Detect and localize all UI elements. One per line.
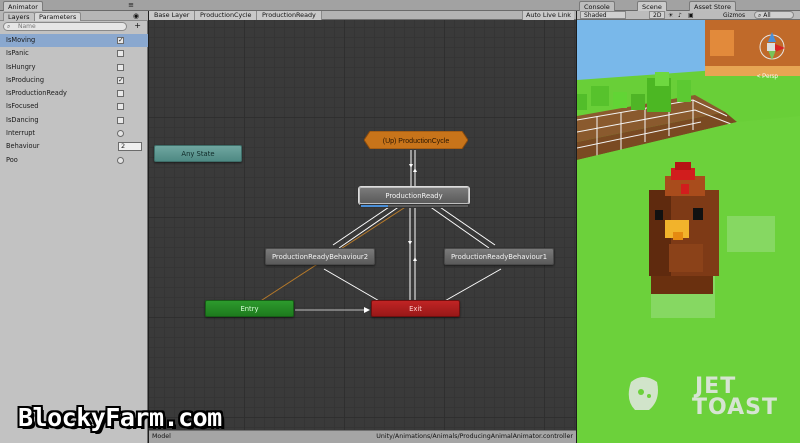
tab-parameters[interactable]: Parameters [34,12,82,21]
perspective-label[interactable]: < Persp [757,74,779,80]
parameter-row[interactable]: IsProducing ✓ [0,74,148,87]
status-controller-path: Unity/Animations/Animals/ProducingAnimal… [376,433,573,440]
trigger-poo[interactable] [117,156,124,164]
parameter-name: Behaviour [6,142,40,151]
checkbox-ispanic[interactable] [117,50,124,58]
state-progress-bar [360,204,469,208]
parameter-name: IsMoving [6,36,36,44]
parameter-name: IsFocused [6,102,39,111]
breadcrumb: Base Layer ProductionCycle ProductionRea… [149,11,576,20]
transition-line[interactable] [332,202,396,246]
tab-asset-store-label: Asset Store [694,3,732,11]
logo-line1: JET [695,374,737,399]
state-progress-fill [361,205,388,207]
parameter-name: IsPanic [6,49,29,58]
tab-asset-store[interactable]: Asset Store [689,1,737,11]
parameter-row[interactable]: IsMoving ✓ [0,34,148,48]
node-behaviour1[interactable]: ProductionReadyBehaviour1 [444,248,554,265]
node-any-state[interactable]: Any State [154,145,242,162]
checkbox-ishungry[interactable] [117,63,124,71]
tab-console-label: Console [584,3,610,11]
tab-layers-label: Layers [8,13,30,21]
tab-scene-label: Scene [642,3,662,11]
window-menu-icon[interactable]: ≡ [126,1,136,10]
scene-search-input[interactable]: ⌕ All [754,11,794,19]
checkbox-isfocused[interactable] [117,103,124,111]
shading-mode-dropdown[interactable]: Shaded [580,11,626,19]
parameter-search-input[interactable]: ⌕ Name [3,22,127,31]
panel-tabs: Layers Parameters ◉ [0,11,148,21]
tab-parameters-label: Parameters [39,13,77,21]
state-machine-graph[interactable] [149,20,576,430]
breadcrumb-production-cycle[interactable]: ProductionCycle [195,11,258,20]
parameter-row[interactable]: Interrupt [0,127,148,140]
node-behaviour2[interactable]: ProductionReadyBehaviour2 [265,248,375,265]
screen: Animator ≡ Layers Parameters ◉ ⌕ Name + … [0,0,800,443]
parameter-row[interactable]: IsPanic [0,47,148,60]
transition-line[interactable] [442,268,502,303]
logo-line2: TOAST [692,395,778,420]
parameter-name: Interrupt [6,129,36,138]
status-left-text: Model [152,433,171,440]
parameter-name: IsProducing [6,75,45,84]
tab-animator[interactable]: Animator [3,1,43,11]
tab-console[interactable]: Console [579,1,615,11]
scene-window-tabbar: Console Scene Asset Store [577,0,800,11]
parameter-name: IsDancing [6,115,39,124]
node-up-label: (Up) ProductionCycle [383,138,450,145]
checkbox-isproducing[interactable]: ✓ [117,76,124,84]
node-entry[interactable]: Entry [205,300,294,317]
node-up-production-cycle[interactable]: (Up) ProductionCycle [364,131,468,149]
animator-window-tabbar: Animator ≡ [0,0,577,11]
parameter-row[interactable]: IsDancing [0,114,148,127]
checkbox-isproductionready[interactable] [117,90,124,98]
checkbox-isdancing[interactable] [117,116,124,124]
parameter-row[interactable]: Poo [0,154,148,167]
parameter-row[interactable]: IsFocused [0,100,148,113]
transition-line[interactable] [323,268,382,303]
transition-lines [258,150,502,313]
jettoast-logo-icon [628,377,658,410]
parameter-row[interactable]: IsHungry [0,61,148,74]
parameter-row[interactable]: Behaviour 2 [0,140,148,153]
trigger-interrupt[interactable] [117,130,124,138]
node-exit[interactable]: Exit [371,300,460,317]
node-production-ready[interactable]: ProductionReady [359,187,469,204]
breadcrumb-production-ready[interactable]: ProductionReady [257,11,322,20]
audio-icon[interactable]: ♪ [675,11,685,20]
parameters-panel: Layers Parameters ◉ ⌕ Name + IsMoving ✓ … [0,11,148,443]
watermark-text: BlockyFarm.com [18,403,222,432]
parameter-name: IsProductionReady [6,89,67,98]
tab-layers[interactable]: Layers [3,12,35,21]
parameter-name: IsHungry [6,62,36,71]
jettoast-logo: JET TOAST [692,374,778,420]
parameter-name: Poo [6,155,18,164]
search-icon: ⌕ [7,23,11,30]
tab-animator-label: Animator [8,3,38,11]
add-parameter-icon[interactable]: + [134,22,141,30]
gizmos-dropdown[interactable]: Gizmos [720,11,748,20]
scene-search-text: All [763,12,771,19]
checkbox-ismoving[interactable]: ✓ [117,37,124,44]
effects-icon[interactable]: ▣ [685,11,697,20]
behaviour-int-field[interactable]: 2 [118,142,142,152]
transition-line[interactable] [433,202,496,246]
scene-toolbar: Shaded 2D ☀ ♪ ▣ Gizmos ⌕ All [577,11,800,20]
parameter-row[interactable]: IsProductionReady [0,87,148,100]
transition-line[interactable] [338,205,401,249]
transition-line[interactable] [428,205,490,249]
auto-live-link-button[interactable]: Auto Live Link [521,11,574,20]
toggle-2d-button[interactable]: 2D [649,11,666,19]
parameter-list: IsMoving ✓ IsPanic IsHungry IsProducing … [0,34,148,167]
search-placeholder: Name [18,23,36,30]
eye-icon[interactable]: ◉ [133,12,142,20]
tab-scene[interactable]: Scene [637,1,667,11]
breadcrumb-base-layer[interactable]: Base Layer [149,11,196,20]
